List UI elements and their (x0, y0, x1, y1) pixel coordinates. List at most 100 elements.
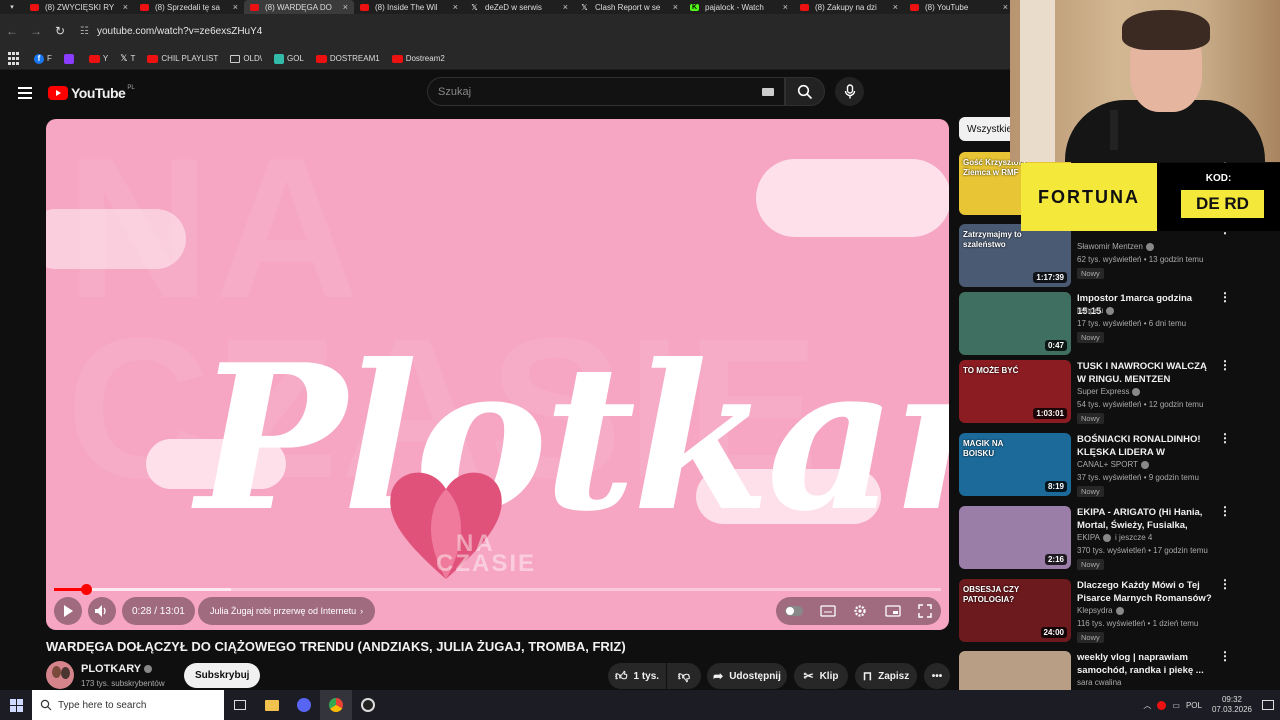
video-thumbnail[interactable]: Zatrzymajmy to szaleństwo 1:17:39 (959, 224, 1071, 287)
bookmark-item[interactable]: 𝕏T (120, 53, 135, 64)
close-tab-icon[interactable]: × (673, 2, 678, 12)
video-title[interactable]: TUSK I NAWROCKI WALCZĄ W RINGU. MENTZEN … (1077, 360, 1217, 386)
recommended-video[interactable]: MAGIK NA BOISKU 8:19 BOŚNIACKI RONALDINHO!… (959, 432, 1259, 499)
more-vertical-icon[interactable]: ⋮ (1219, 650, 1231, 662)
browser-tab[interactable]: Kpajalock - Watch × (684, 0, 794, 14)
bookmark-item[interactable] (63, 53, 77, 64)
network-icon[interactable]: ▭ (1172, 701, 1180, 710)
recommended-video[interactable]: 0:47 Impostor 1marca godzina 15:15 lempeu 1… (959, 291, 1259, 358)
apps-grid-icon[interactable] (8, 51, 22, 66)
dislike-button[interactable]: 👎︎ (667, 663, 701, 689)
play-button[interactable] (54, 597, 82, 625)
channel-name[interactable]: sara cwalina (1077, 678, 1121, 687)
browser-tab[interactable]: (8) WARDĘGA DO × (244, 0, 354, 14)
subscribe-button[interactable]: Subskrybuj (184, 663, 261, 688)
forward-button[interactable]: → (24, 24, 48, 38)
language-indicator[interactable]: POL (1186, 701, 1202, 710)
file-explorer-icon[interactable] (256, 690, 288, 720)
autoplay-toggle[interactable] (784, 606, 803, 616)
video-title[interactable]: Dlaczego Każdy Mówi o Tej Pisarce Marnyc… (1077, 579, 1217, 605)
bookmark-item[interactable]: GOL (273, 53, 304, 64)
miniplayer-icon[interactable] (885, 605, 901, 617)
channel-name[interactable]: PLOTKARY (81, 663, 153, 675)
bookmark-item[interactable]: Dostream2 (391, 54, 445, 63)
channel-name[interactable]: EKIPA i jeszcze 4 (1077, 533, 1152, 542)
mute-button[interactable] (88, 597, 116, 625)
close-tab-icon[interactable]: × (1003, 2, 1008, 12)
browser-tab[interactable]: 𝕏 Clash Report w se × (574, 0, 684, 14)
discord-app-icon[interactable] (288, 690, 320, 720)
browser-tab[interactable]: (8) Zakupy na dzi × (794, 0, 904, 14)
chrome-app-icon[interactable] (320, 690, 352, 720)
seek-handle[interactable] (80, 584, 92, 595)
bookmark-item[interactable]: fF (34, 53, 52, 64)
recording-icon[interactable] (1157, 700, 1167, 710)
browser-tab[interactable]: 𝕏deZeD w serwis × (464, 0, 574, 14)
task-view-icon[interactable] (224, 690, 256, 720)
bookmark-item[interactable]: DOSTREAM1 (315, 54, 380, 63)
tray-overflow-icon[interactable]: ︿ (1143, 700, 1151, 711)
browser-tab[interactable]: (8) YouTube × (904, 0, 1014, 14)
notifications-icon[interactable] (1262, 700, 1274, 710)
more-vertical-icon[interactable]: ⋮ (1219, 505, 1231, 517)
seek-bar[interactable] (54, 584, 941, 595)
channel-name[interactable]: Sławomir Mentzen (1077, 242, 1154, 251)
video-thumbnail[interactable]: 0:47 (959, 292, 1071, 355)
taskbar-search-input[interactable]: Type here to search (32, 690, 224, 720)
recommended-video[interactable]: 2:16 EKIPA - ARIGATO (Hi Hania, Mortal, Ś… (959, 505, 1259, 572)
reload-button[interactable]: ↻ (48, 24, 72, 38)
save-button[interactable]: ⊓ Zapisz (855, 663, 917, 689)
close-tab-icon[interactable]: × (563, 2, 568, 12)
system-clock[interactable]: 09:32 07.03.2026 (1212, 695, 1252, 715)
menu-icon[interactable] (18, 87, 32, 99)
bookmark-item[interactable]: CHIL PLAYLIST (147, 54, 218, 63)
close-tab-icon[interactable]: × (453, 2, 458, 12)
address-bar[interactable]: ☷ youtube.com/watch?v=ze6exsZHuY4 (80, 18, 980, 44)
channel-name[interactable]: lempeu (1077, 306, 1115, 315)
bookmark-item[interactable]: OLD\ (230, 54, 262, 63)
share-button[interactable]: ➦ Udostępnij (707, 663, 787, 689)
like-button[interactable]: 👍︎ 1 tys. (608, 663, 666, 689)
more-vertical-icon[interactable]: ⋮ (1219, 432, 1231, 444)
channel-name[interactable]: CANAL+ SPORT (1077, 460, 1149, 469)
more-vertical-icon[interactable]: ⋮ (1219, 359, 1231, 371)
close-tab-icon[interactable]: × (343, 2, 348, 12)
video-title[interactable]: BOŚNIACKI RONALDINHO! KLĘSKA LIDERA W GD… (1077, 433, 1217, 459)
close-tab-icon[interactable]: × (123, 2, 128, 12)
recommended-video[interactable]: OBSESJA CZY PATOLOGIA? 24:00 Dlaczego Każd… (959, 578, 1259, 645)
obs-app-icon[interactable] (352, 690, 384, 720)
browser-tab[interactable]: (8) Sprzedali tę sa × (134, 0, 244, 14)
back-button[interactable]: ← (0, 24, 24, 38)
search-input[interactable]: Szukaj (427, 77, 785, 106)
browser-tab[interactable]: (8) ZWYCIĘSKI RY × (24, 0, 134, 14)
video-player[interactable]: NA CZASIE Plotkary NA CZASIE 0:28 / 13:0… (46, 119, 949, 630)
close-tab-icon[interactable]: × (233, 2, 238, 12)
video-thumbnail[interactable]: MAGIK NA BOISKU 8:19 (959, 433, 1071, 496)
channel-avatar[interactable] (46, 661, 74, 689)
channel-name[interactable]: Klepsydra (1077, 606, 1124, 615)
fullscreen-icon[interactable] (918, 604, 932, 618)
video-title[interactable]: EKIPA - ARIGATO (Hi Hania, Mortal, Śwież… (1077, 506, 1217, 532)
video-thumbnail[interactable]: 2:16 (959, 506, 1071, 569)
recommended-video[interactable]: Zatrzymajmy to szaleństwo 1:17:39 Sławomir… (959, 223, 1259, 290)
chapter-button[interactable]: Julia Żugaj robi przerwę od Internetu › (198, 597, 376, 625)
subtitles-icon[interactable] (820, 605, 836, 617)
browser-tab[interactable]: (8) Inside The Wil × (354, 0, 464, 14)
video-title[interactable]: weekly vlog | naprawiam samochód, randka… (1077, 651, 1217, 677)
close-tab-icon[interactable]: × (893, 2, 898, 12)
youtube-logo[interactable]: YouTube PL (48, 85, 135, 101)
keyboard-icon[interactable] (762, 87, 774, 96)
more-vertical-icon[interactable]: ⋮ (1219, 291, 1231, 303)
more-vertical-icon[interactable]: ⋮ (1219, 578, 1231, 590)
clip-button[interactable]: ✂ Klip (794, 663, 848, 689)
search-button[interactable] (785, 77, 825, 106)
video-thumbnail[interactable]: OBSESJA CZY PATOLOGIA? 24:00 (959, 579, 1071, 642)
close-tab-icon[interactable]: × (783, 2, 788, 12)
more-actions-button[interactable]: ••• (924, 663, 950, 689)
voice-search-button[interactable] (835, 77, 864, 106)
channel-name[interactable]: Super Express (1077, 387, 1141, 396)
settings-gear-icon[interactable] (853, 604, 867, 618)
recommended-video[interactable]: TO MOŻE BYĆ 1:03:01 TUSK I NAWROCKI WALCZĄ… (959, 359, 1259, 426)
tab-search-menu-button[interactable]: ▾ (0, 0, 24, 14)
site-info-icon[interactable]: ☷ (80, 26, 89, 37)
